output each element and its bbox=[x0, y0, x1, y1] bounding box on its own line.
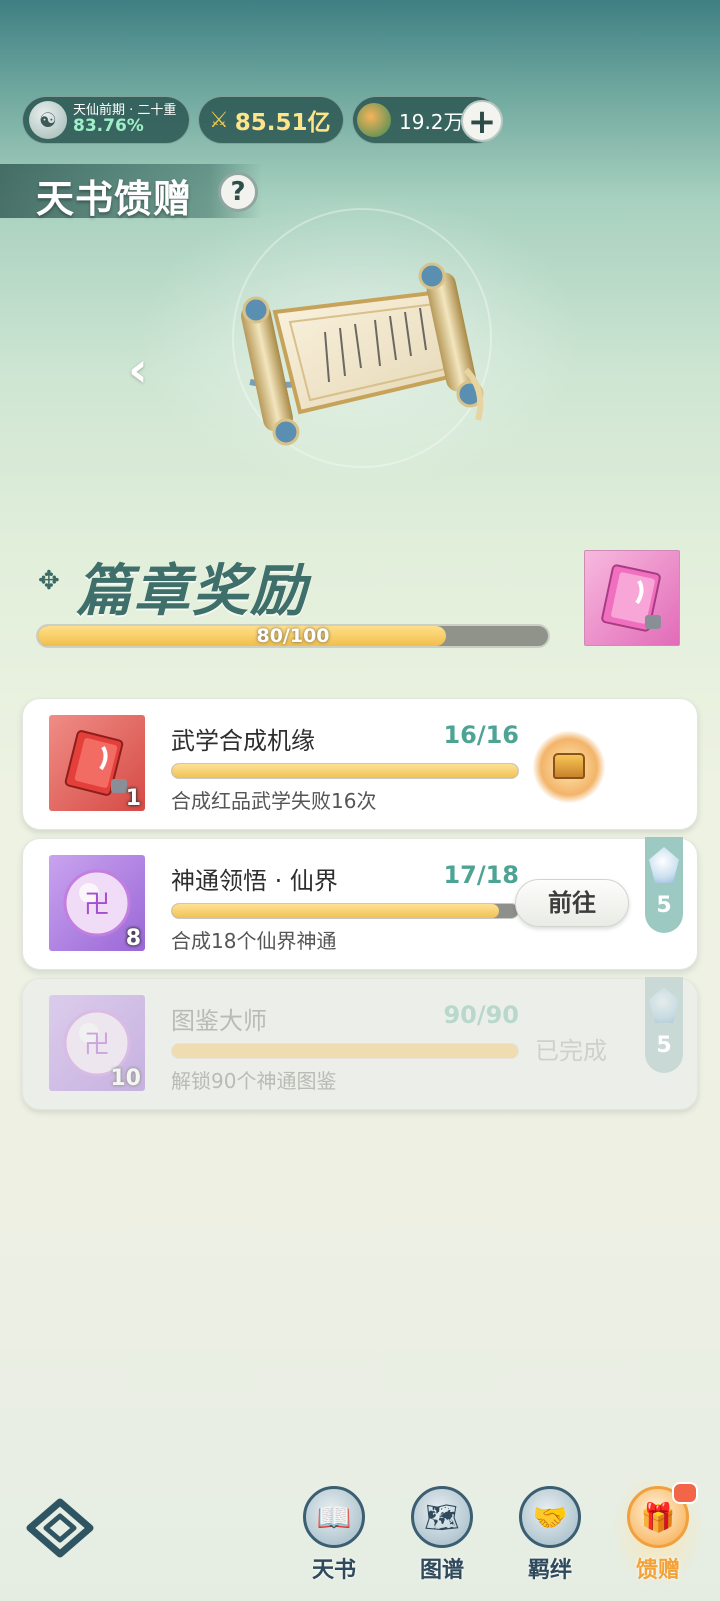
nav-tianshu[interactable]: 📖 天书 bbox=[288, 1480, 380, 1590]
item-count: 1 bbox=[125, 786, 141, 811]
task-progress-text: 17/18 bbox=[443, 861, 519, 889]
atlas-map-icon: 🗺 bbox=[411, 1486, 473, 1548]
purple-orb-icon: 卍 10 bbox=[49, 995, 145, 1091]
completed-label: 已完成 bbox=[535, 1037, 607, 1065]
task-progress-fill bbox=[172, 764, 518, 778]
task-card[interactable]: 卍 8 神通领悟 · 仙界 17/18 合成18个仙界神通 前往 5 bbox=[22, 837, 698, 970]
treasure-chest-icon[interactable] bbox=[533, 731, 605, 803]
reward-count: 5 bbox=[656, 1033, 672, 1058]
task-progress-bar bbox=[171, 903, 519, 919]
power-value: 85.51亿 bbox=[234, 110, 331, 136]
nav-jiban[interactable]: 🤝 羁绊 bbox=[504, 1480, 596, 1590]
crossed-swords-icon: ⚔ bbox=[209, 107, 229, 133]
crystal-icon bbox=[649, 847, 679, 883]
crystal-icon bbox=[649, 987, 679, 1023]
task-name: 武学合成机缘 bbox=[171, 727, 315, 755]
task-description: 合成18个仙界神通 bbox=[171, 929, 337, 953]
nav-tupu[interactable]: 🗺 图谱 bbox=[396, 1480, 488, 1590]
chapter-reward-title: 篇章奖励 bbox=[76, 559, 308, 624]
reward-tag: 5 bbox=[645, 977, 683, 1073]
nav-label: 天书 bbox=[311, 1558, 356, 1583]
task-progress-fill bbox=[172, 1044, 518, 1058]
previous-arrow-button[interactable]: ‹ bbox=[128, 346, 168, 398]
reward-count: 5 bbox=[656, 893, 672, 918]
task-description: 合成红品武学失败16次 bbox=[171, 789, 377, 813]
nav-label: 羁绊 bbox=[527, 1558, 572, 1583]
jade-pill[interactable]: 19.2万 + bbox=[352, 96, 503, 144]
menu-logo-icon[interactable] bbox=[24, 1498, 96, 1558]
nav-label: 图谱 bbox=[419, 1558, 464, 1583]
task-progress-text: 16/16 bbox=[443, 721, 519, 749]
task-name: 神通领悟 · 仙界 bbox=[171, 867, 338, 895]
scroll-book-icon: 📖 bbox=[303, 1486, 365, 1548]
handshake-icon: 🤝 bbox=[519, 1486, 581, 1548]
task-name: 图鉴大师 bbox=[171, 1007, 267, 1035]
task-progress-fill bbox=[172, 904, 499, 918]
notification-badge bbox=[672, 1482, 698, 1504]
reward-tag: 5 bbox=[645, 837, 683, 933]
heavenly-scroll-icon[interactable] bbox=[230, 262, 500, 452]
power-pill[interactable]: ⚔ 85.51亿 bbox=[198, 96, 344, 144]
resource-bar: ☯ 天仙前期 · 二十重 83.76% ⚔ 85.51亿 19.2万 + bbox=[22, 96, 503, 144]
realm-pill[interactable]: ☯ 天仙前期 · 二十重 83.76% bbox=[22, 96, 190, 144]
task-description: 解锁90个神通图鉴 bbox=[171, 1069, 337, 1093]
task-card[interactable]: 卍 10 图鉴大师 90/90 解锁90个神通图鉴 已完成 5 bbox=[22, 977, 698, 1110]
jade-coin-icon bbox=[357, 103, 391, 137]
nav-kuizeng[interactable]: 🎁 馈赠 bbox=[612, 1480, 704, 1590]
realm-percent: 83.76% bbox=[73, 115, 144, 136]
task-progress-bar bbox=[171, 763, 519, 779]
pink-book-icon[interactable] bbox=[584, 550, 680, 646]
task-progress-text: 90/90 bbox=[443, 1001, 519, 1029]
task-progress-bar bbox=[171, 1043, 519, 1059]
svg-text:卍: 卍 bbox=[84, 1030, 110, 1060]
add-jade-button[interactable]: + bbox=[461, 100, 503, 142]
diamond-icon: ✥ bbox=[38, 566, 60, 596]
jade-value: 19.2万 bbox=[399, 109, 464, 134]
help-button[interactable]: ? bbox=[218, 172, 258, 212]
nav-label: 馈赠 bbox=[635, 1558, 680, 1583]
item-count: 8 bbox=[125, 926, 141, 951]
go-button[interactable]: 前往 bbox=[515, 879, 629, 927]
item-count: 10 bbox=[110, 1066, 141, 1091]
svg-text:卍: 卍 bbox=[84, 890, 110, 920]
purple-orb-icon: 卍 8 bbox=[49, 855, 145, 951]
chapter-progress-text: 80/100 bbox=[256, 625, 330, 647]
red-book-icon: 1 bbox=[49, 715, 145, 811]
immortal-avatar-icon: ☯ bbox=[29, 101, 67, 139]
page-title: 天书馈赠 bbox=[36, 177, 193, 221]
task-card[interactable]: 1 武学合成机缘 16/16 合成红品武学失败16次 bbox=[22, 698, 698, 830]
